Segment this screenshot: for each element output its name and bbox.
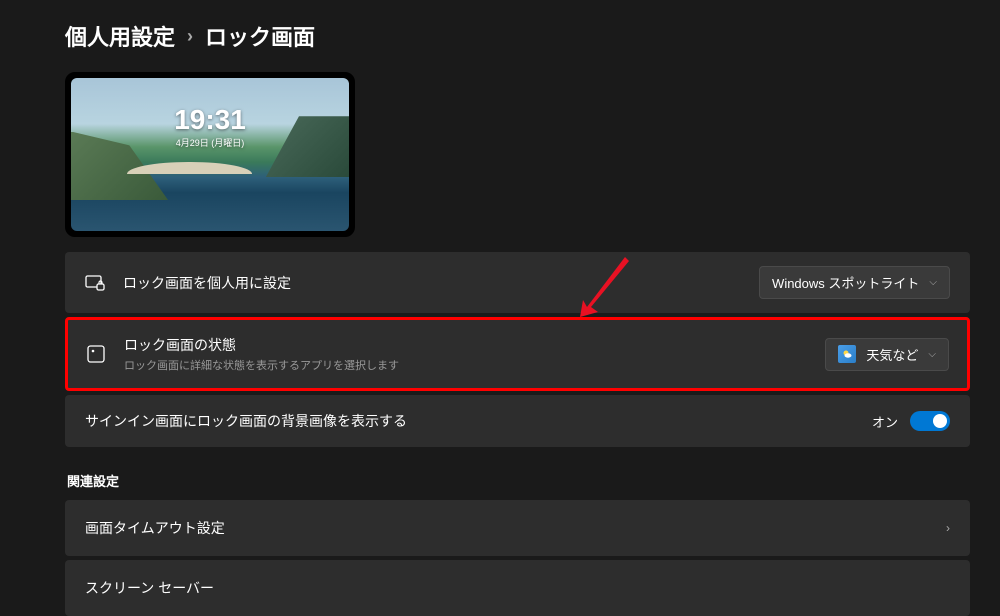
signin-background-row[interactable]: サインイン画面にロック画面の背景画像を表示する オン <box>65 395 970 447</box>
personalize-dropdown[interactable]: Windows スポットライト ⌵ <box>759 266 950 299</box>
screensaver-label: スクリーン セーバー <box>85 578 214 598</box>
breadcrumb-separator: › <box>187 26 193 47</box>
chevron-right-icon: › <box>946 521 950 535</box>
screen-timeout-label: 画面タイムアウト設定 <box>85 518 225 538</box>
signin-background-toggle[interactable] <box>910 411 950 431</box>
related-settings-header: 関連設定 <box>67 471 970 490</box>
breadcrumb-parent[interactable]: 個人用設定 <box>65 20 175 52</box>
status-description: ロック画面に詳細な状態を表示するアプリを選択します <box>124 357 825 373</box>
preview-clock: 19:31 <box>174 106 246 134</box>
breadcrumb-current: ロック画面 <box>205 20 315 52</box>
preview-date: 4月29日 (月曜日) <box>174 136 246 149</box>
breadcrumb: 個人用設定 › ロック画面 <box>65 20 970 52</box>
status-title: ロック画面の状態 <box>124 335 825 355</box>
chevron-down-icon: ⌵ <box>929 277 937 288</box>
monitor-lock-icon <box>85 273 105 293</box>
chevron-down-icon: ⌵ <box>928 349 936 360</box>
personalize-lock-screen-row[interactable]: ロック画面を個人用に設定 Windows スポットライト ⌵ <box>65 252 970 313</box>
toggle-state-text: オン <box>872 412 898 431</box>
lock-screen-status-row[interactable]: ロック画面の状態 ロック画面に詳細な状態を表示するアプリを選択します 天気など … <box>65 317 970 391</box>
personalize-title: ロック画面を個人用に設定 <box>123 273 759 293</box>
status-dropdown-value: 天気など <box>866 345 918 364</box>
screen-timeout-link[interactable]: 画面タイムアウト設定 › <box>65 500 970 556</box>
preview-wallpaper: 19:31 4月29日 (月曜日) <box>71 78 349 231</box>
signin-background-label: サインイン画面にロック画面の背景画像を表示する <box>85 411 407 431</box>
status-dropdown[interactable]: 天気など ⌵ <box>825 338 949 371</box>
weather-icon <box>838 345 856 363</box>
lock-screen-preview[interactable]: 19:31 4月29日 (月曜日) <box>65 72 355 237</box>
screensaver-link[interactable]: スクリーン セーバー <box>65 560 970 616</box>
widget-icon <box>86 344 106 364</box>
personalize-dropdown-value: Windows スポットライト <box>772 273 919 292</box>
